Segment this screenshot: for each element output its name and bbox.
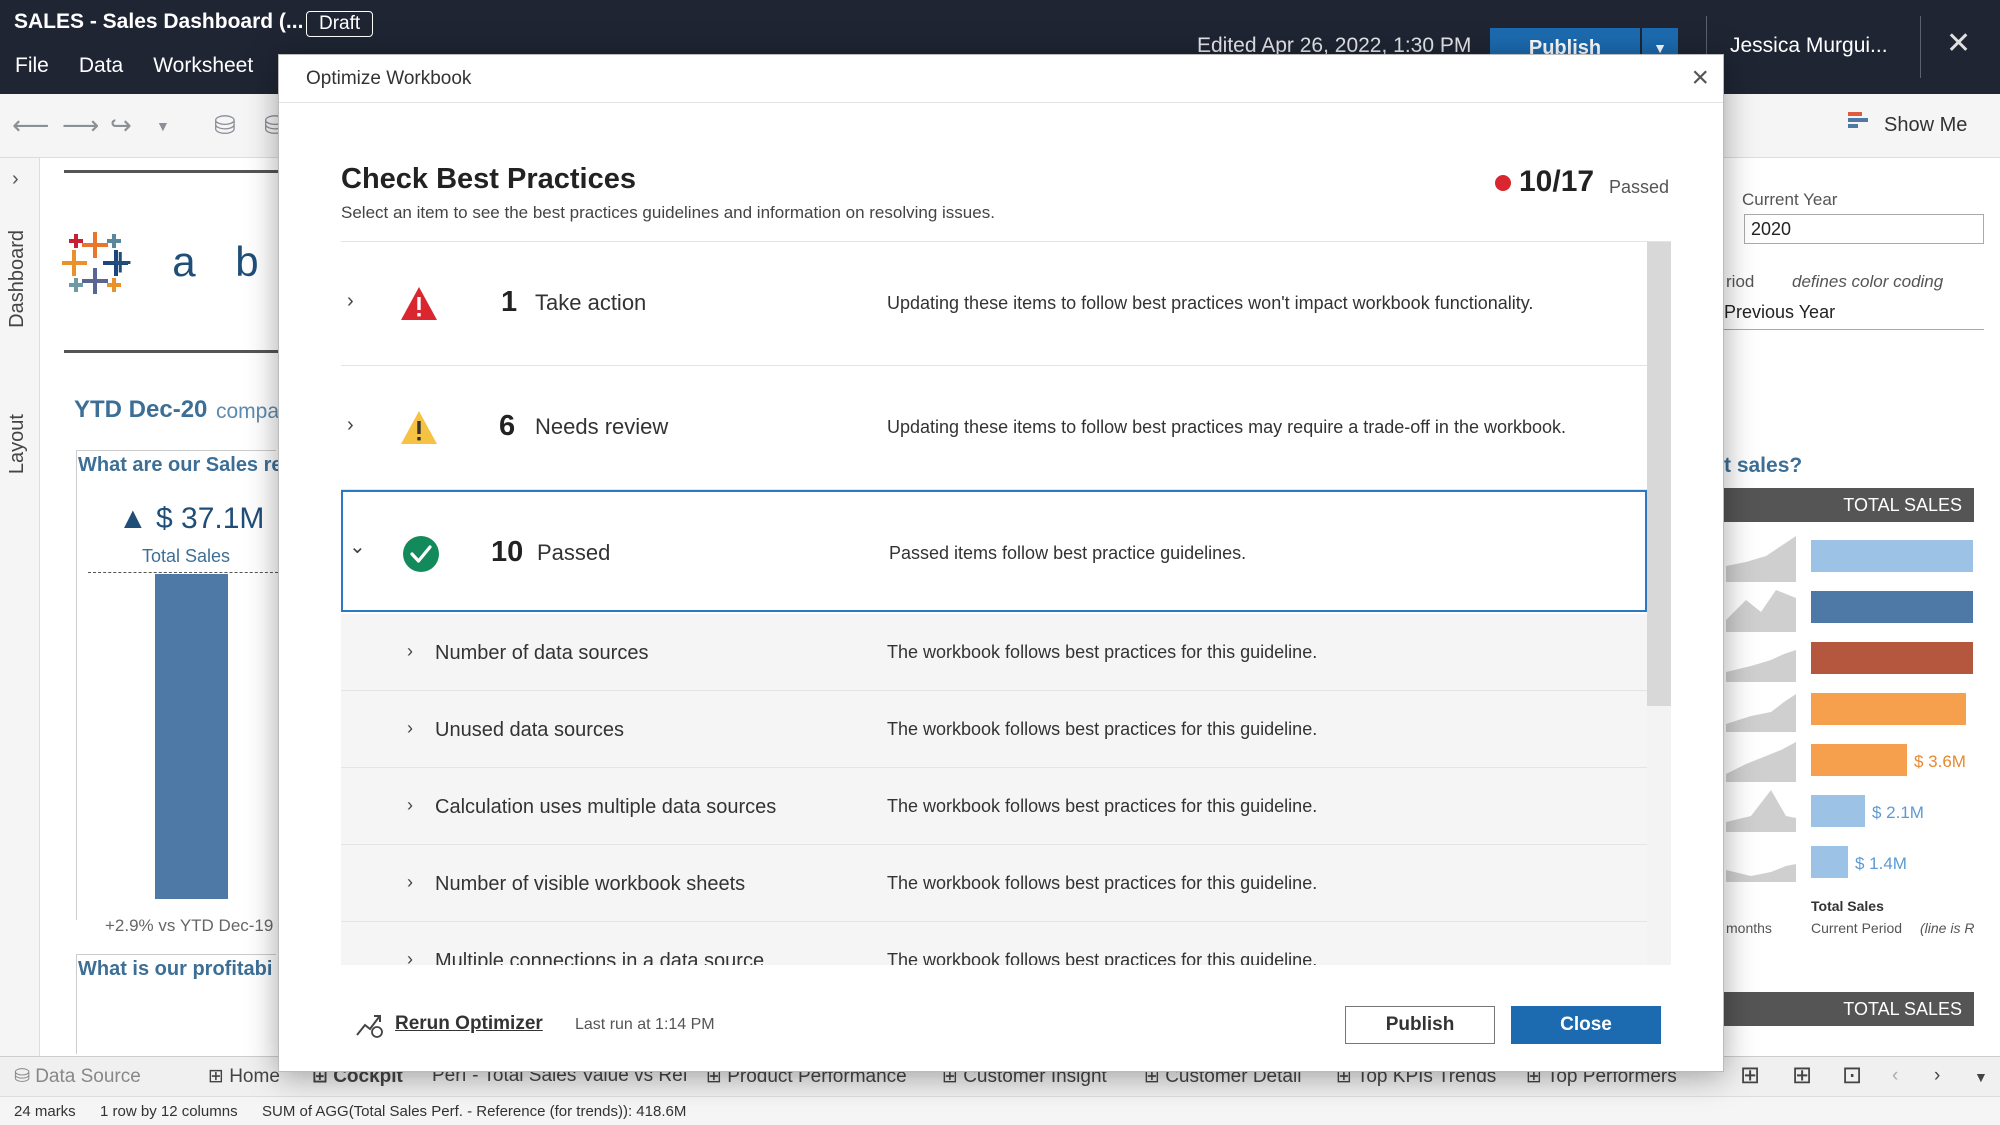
category-description: Updating these items to follow best prac… bbox=[887, 417, 1567, 437]
score-label: Passed bbox=[1609, 177, 1670, 197]
category-label: Take action bbox=[535, 290, 647, 315]
optimize-workbook-dialog: Optimize Workbook × Check Best Practices… bbox=[278, 54, 1724, 1072]
category-needs-review[interactable]: › 6 Needs review Updating these items to… bbox=[341, 366, 1647, 490]
status-dot-icon bbox=[1495, 175, 1511, 191]
guideline-row[interactable]: › Calculation uses multiple data sources… bbox=[341, 768, 1647, 845]
score-value: 10/17 bbox=[1519, 165, 1595, 198]
category-count: 6 bbox=[499, 410, 516, 442]
guideline-row[interactable]: › Multiple connections in a data source … bbox=[341, 922, 1647, 965]
best-practices-list: › 1 Take action Updating these items to … bbox=[341, 241, 1671, 965]
rerun-optimizer-icon[interactable] bbox=[355, 1009, 385, 1039]
category-label: Passed bbox=[537, 540, 611, 565]
guideline-row[interactable]: › Unused data sources The workbook follo… bbox=[341, 691, 1647, 768]
guideline-description: The workbook follows best practices for … bbox=[887, 642, 1318, 662]
chevron-right-icon: › bbox=[407, 949, 413, 965]
close-icon[interactable]: × bbox=[1691, 61, 1709, 95]
chevron-right-icon: › bbox=[347, 414, 354, 436]
guideline-row[interactable]: › Number of visible workbook sheets The … bbox=[341, 845, 1647, 922]
guideline-description: The workbook follows best practices for … bbox=[887, 873, 1318, 893]
best-practices-heading: Check Best Practices bbox=[341, 163, 636, 195]
error-triangle-icon bbox=[401, 287, 437, 320]
category-passed[interactable]: ⌄ 10 Passed Passed items follow best pra… bbox=[341, 490, 1647, 612]
category-description: Updating these items to follow best prac… bbox=[887, 293, 1534, 313]
rerun-optimizer-link[interactable]: Rerun Optimizer bbox=[395, 1013, 543, 1035]
guideline-label: Number of visible workbook sheets bbox=[435, 873, 746, 895]
publish-button[interactable]: Publish bbox=[1345, 1006, 1495, 1044]
guideline-label: Calculation uses multiple data sources bbox=[435, 796, 777, 818]
category-description: Passed items follow best practice guidel… bbox=[889, 543, 1247, 563]
guideline-row[interactable]: › Number of data sources The workbook fo… bbox=[341, 614, 1647, 691]
category-label: Needs review bbox=[535, 414, 669, 439]
close-button[interactable]: Close bbox=[1511, 1006, 1661, 1044]
chevron-right-icon: › bbox=[347, 290, 354, 312]
dialog-title: Optimize Workbook bbox=[306, 68, 472, 89]
best-practices-subheading: Select an item to see the best practices… bbox=[341, 203, 995, 222]
category-count: 1 bbox=[501, 286, 518, 318]
scrollbar-thumb[interactable] bbox=[1647, 242, 1671, 706]
guideline-description: The workbook follows best practices for … bbox=[887, 719, 1318, 739]
guideline-label: Number of data sources bbox=[435, 642, 649, 664]
guideline-description: The workbook follows best practices for … bbox=[887, 950, 1318, 965]
guideline-description: The workbook follows best practices for … bbox=[887, 796, 1318, 816]
chevron-right-icon: › bbox=[407, 718, 413, 738]
check-circle-icon bbox=[403, 536, 439, 572]
chevron-right-icon: › bbox=[407, 795, 413, 815]
category-take-action[interactable]: › 1 Take action Updating these items to … bbox=[341, 242, 1647, 366]
guideline-label: Unused data sources bbox=[435, 719, 625, 741]
modal-overlay: Optimize Workbook × Check Best Practices… bbox=[0, 0, 2000, 1125]
chevron-right-icon: › bbox=[407, 641, 413, 661]
chevron-right-icon: › bbox=[407, 872, 413, 892]
last-run-time: Last run at 1:14 PM bbox=[575, 1016, 715, 1033]
chevron-down-icon: ⌄ bbox=[349, 536, 366, 558]
dialog-header: Optimize Workbook × bbox=[279, 55, 1723, 103]
warning-triangle-icon bbox=[401, 411, 437, 444]
guideline-label: Multiple connections in a data source bbox=[435, 950, 765, 965]
category-count: 10 bbox=[491, 536, 524, 568]
